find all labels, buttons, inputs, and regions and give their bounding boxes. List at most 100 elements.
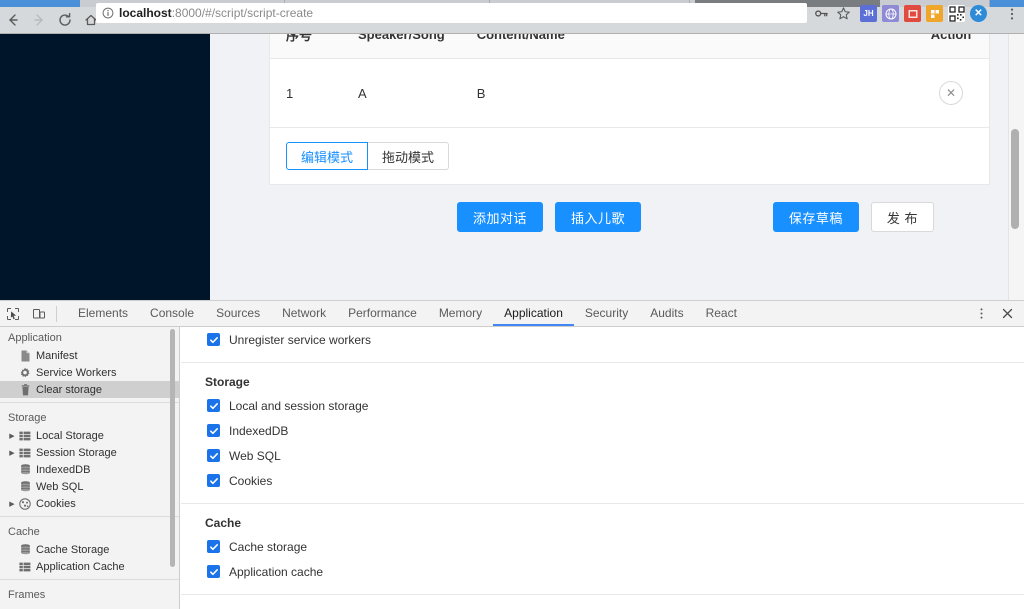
insert-song-button[interactable]: 插入儿歌	[555, 202, 642, 232]
checkbox-checked-icon[interactable]	[207, 399, 220, 412]
chevron-right-icon[interactable]: ▶	[8, 432, 16, 440]
extension-blue-x-icon[interactable]: ✕	[970, 5, 987, 22]
tab-application[interactable]: Application	[493, 301, 574, 326]
bookmark-star-icon[interactable]	[832, 3, 854, 23]
tab-console[interactable]: Console	[139, 301, 205, 326]
devtools-toolbar: Elements Console Sources Network Perform…	[0, 301, 1024, 327]
checkbox-row-cookies[interactable]: Cookies	[181, 468, 1024, 493]
devtools-panel: Elements Console Sources Network Perform…	[0, 300, 1024, 609]
checkbox-label: Application cache	[229, 564, 324, 579]
sidebar-item-label: IndexedDB	[36, 463, 91, 476]
kebab-menu-icon[interactable]	[968, 301, 994, 326]
checkbox-checked-icon[interactable]	[207, 449, 220, 462]
sidebar-item-label: Cache Storage	[36, 543, 110, 556]
password-key-icon[interactable]	[810, 3, 832, 23]
close-icon[interactable]	[994, 301, 1020, 326]
devtools-toolbar-right	[968, 301, 1020, 326]
trash-icon	[18, 383, 32, 397]
cell-index: 1	[270, 58, 342, 128]
mode-button-drag[interactable]: 拖动模式	[368, 142, 450, 170]
tab-security[interactable]: Security	[574, 301, 639, 326]
cookie-icon	[18, 497, 32, 511]
extension-orange-icon[interactable]	[926, 5, 943, 22]
cell-content[interactable]: B	[460, 58, 913, 128]
page-info-icon[interactable]	[102, 7, 114, 19]
cache-section: Cache Cache storage Application cache	[181, 504, 1024, 595]
script-table: 序号 Speaker/Song Content/Name Action 1 A …	[270, 34, 989, 128]
clear-button-section: Clearing...	[181, 595, 1024, 609]
sidebar-item-clear-storage[interactable]: Clear storage	[0, 381, 179, 398]
table-header-index: 序号	[270, 34, 342, 59]
checkbox-checked-icon[interactable]	[207, 474, 220, 487]
table-header-action: Action	[913, 34, 989, 59]
page-viewport: * Age： - 序号 Speaker/Song Content/Name Ac…	[0, 34, 1024, 300]
tab-strip-segment[interactable]	[0, 0, 80, 7]
sidebar-item-session-storage[interactable]: ▶ Session Storage	[0, 444, 179, 461]
sidebar-item-label: Cookies	[36, 497, 76, 510]
publish-button[interactable]: 发 布	[870, 202, 934, 232]
checkbox-checked-icon[interactable]	[207, 540, 220, 553]
mode-button-edit[interactable]: 编辑模式	[286, 142, 369, 170]
address-bar-url: localhost:8000/#/script/script-create	[119, 6, 313, 20]
tab-elements[interactable]: Elements	[67, 301, 139, 326]
checkbox-row-cache-storage[interactable]: Cache storage	[181, 534, 1024, 559]
app-sidebar[interactable]	[0, 34, 210, 300]
inspect-element-icon[interactable]	[0, 301, 26, 326]
save-draft-button[interactable]: 保存草稿	[772, 202, 859, 232]
tab-audits[interactable]: Audits	[639, 301, 694, 326]
omnibox-actions	[810, 3, 854, 23]
chevron-right-icon[interactable]: ▶	[8, 500, 16, 508]
table-row[interactable]: 1 A B ✕	[270, 58, 989, 128]
sidebar-item-web-sql[interactable]: Web SQL	[0, 478, 179, 495]
reload-button[interactable]	[52, 7, 78, 33]
sidebar-divider	[0, 402, 179, 403]
forward-button[interactable]	[26, 7, 52, 33]
toolbar-divider	[56, 305, 57, 322]
checkbox-row-local-session-storage[interactable]: Local and session storage	[181, 393, 1024, 418]
browser-menu-icon[interactable]	[1004, 4, 1020, 23]
checkbox-row-unregister-service-workers[interactable]: Unregister service workers	[181, 327, 1024, 352]
checkbox-row-application-cache[interactable]: Application cache	[181, 559, 1024, 584]
sidebar-scrollbar-thumb[interactable]	[170, 329, 175, 567]
checkbox-label: Local and session storage	[229, 398, 369, 413]
sidebar-item-indexeddb[interactable]: IndexedDB	[0, 461, 179, 478]
storage-section: Storage Local and session storage Indexe…	[181, 363, 1024, 504]
extension-red-icon[interactable]	[904, 5, 921, 22]
tab-react[interactable]: React	[695, 301, 748, 326]
tab-memory[interactable]: Memory	[428, 301, 493, 326]
table-body: 1 A B ✕	[270, 58, 989, 128]
extension-globe-icon[interactable]	[882, 5, 899, 22]
sidebar-item-application-cache[interactable]: Application Cache	[0, 558, 179, 575]
sidebar-item-cookies[interactable]: ▶ Cookies	[0, 495, 179, 512]
tab-network[interactable]: Network	[271, 301, 337, 326]
footer-actions: 添加对话 插入儿歌 保存草稿 发 布	[269, 202, 990, 242]
sidebar-divider	[0, 579, 179, 580]
device-toolbar-icon[interactable]	[26, 301, 52, 326]
sidebar-item-service-workers[interactable]: Service Workers	[0, 364, 179, 381]
chevron-right-icon[interactable]: ▶	[8, 449, 16, 457]
url-host: localhost	[119, 6, 172, 20]
sidebar-item-cache-storage[interactable]: Cache Storage	[0, 541, 179, 558]
checkbox-row-web-sql[interactable]: Web SQL	[181, 443, 1024, 468]
sidebar-item-label: Application Cache	[36, 560, 125, 573]
checkbox-checked-icon[interactable]	[207, 424, 220, 437]
close-circle-icon[interactable]: ✕	[939, 81, 963, 105]
extension-jh-icon[interactable]: JH	[860, 5, 877, 22]
checkbox-row-indexeddb[interactable]: IndexedDB	[181, 418, 1024, 443]
table-header-row: 序号 Speaker/Song Content/Name Action	[270, 34, 989, 59]
address-bar[interactable]: localhost:8000/#/script/script-create	[96, 3, 807, 23]
extension-icons: JH ✕	[860, 4, 987, 23]
add-dialogue-button[interactable]: 添加对话	[457, 202, 544, 232]
sidebar-item-local-storage[interactable]: ▶ Local Storage	[0, 427, 179, 444]
page-scrollbar-thumb[interactable]	[1011, 129, 1019, 229]
service-workers-section: Unregister service workers	[181, 327, 1024, 363]
extension-qr-icon[interactable]	[948, 5, 965, 22]
tab-sources[interactable]: Sources	[205, 301, 271, 326]
sidebar-item-manifest[interactable]: Manifest	[0, 347, 179, 364]
checkbox-checked-icon[interactable]	[207, 333, 220, 346]
mode-toggle-group: 编辑模式 拖动模式	[270, 128, 989, 184]
cell-speaker[interactable]: A	[342, 58, 461, 128]
checkbox-checked-icon[interactable]	[207, 565, 220, 578]
back-button[interactable]	[0, 7, 26, 33]
tab-performance[interactable]: Performance	[337, 301, 428, 326]
